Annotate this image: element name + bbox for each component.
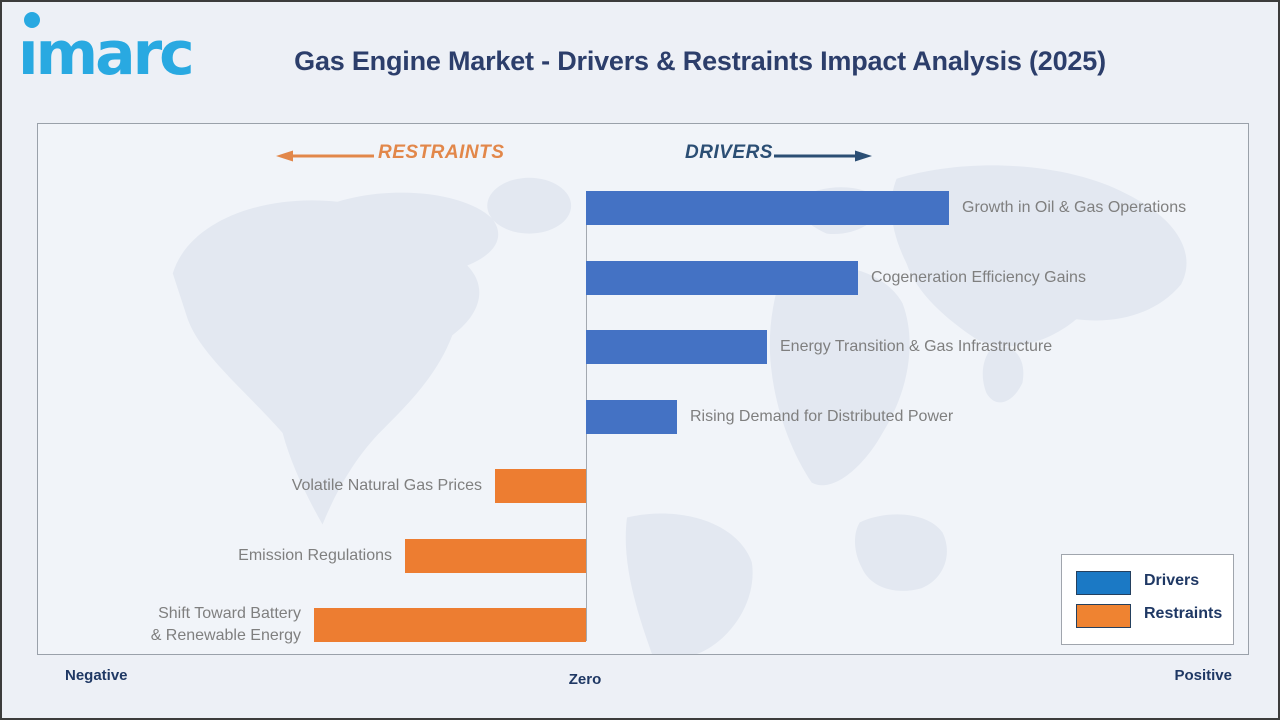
bar-label: Growth in Oil & Gas Operations bbox=[962, 199, 1187, 216]
logo-text: ımarc bbox=[18, 19, 195, 89]
bar-driver bbox=[586, 191, 949, 225]
bar-label: Emission Regulations bbox=[238, 547, 392, 564]
legend-swatch-restraints bbox=[1076, 604, 1131, 628]
bar-restraint bbox=[495, 469, 586, 503]
legend-swatch-drivers bbox=[1076, 571, 1131, 595]
bar-driver bbox=[586, 330, 767, 364]
bar-restraint bbox=[314, 608, 586, 642]
legend-label: Restraints bbox=[1144, 605, 1223, 622]
bar-restraint bbox=[405, 539, 586, 573]
bar-driver bbox=[586, 400, 677, 434]
chart-panel: RESTRAINTS DRIVERS Growth in Oil & Gas O… bbox=[37, 123, 1249, 655]
logo-dot-icon bbox=[24, 12, 40, 28]
legend-box: Drivers Restraints bbox=[1061, 554, 1234, 645]
bar-driver bbox=[586, 261, 858, 295]
page-title: Gas Engine Market - Drivers & Restraints… bbox=[294, 46, 1106, 76]
bar-label: Volatile Natural Gas Prices bbox=[291, 477, 482, 494]
legend-label: Drivers bbox=[1144, 572, 1200, 589]
axis-label-positive: Positive bbox=[1174, 667, 1232, 684]
bar-label: Energy Transition & Gas Infrastructure bbox=[780, 338, 1053, 355]
imarc-logo: ımarc bbox=[18, 8, 208, 92]
bar-label: Cogeneration Efficiency Gains bbox=[871, 269, 1086, 286]
axis-label-zero: Zero bbox=[568, 671, 602, 688]
axis-label-negative: Negative bbox=[65, 667, 128, 684]
bar-label: Rising Demand for Distributed Power bbox=[690, 408, 954, 425]
bar-label: Shift Toward Battery & Renewable Energy bbox=[150, 605, 301, 644]
